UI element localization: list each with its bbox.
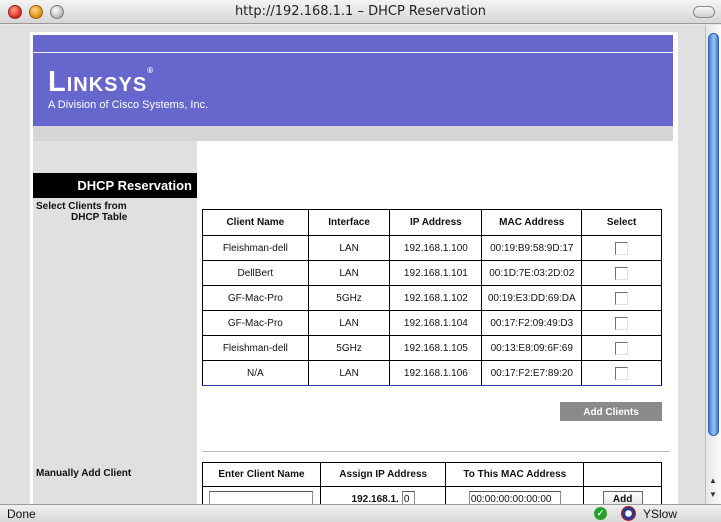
client-name-input[interactable] xyxy=(209,490,314,504)
mac-address-cell: 00:19:E3:DD:69:DA xyxy=(481,285,583,311)
select-checkbox[interactable] xyxy=(615,266,629,280)
window-titlebar: http://192.168.1.1 – DHCP Reservation xyxy=(0,0,721,24)
section-divider xyxy=(202,451,670,452)
col-header-ip-address: IP Address xyxy=(389,209,483,236)
select-cell xyxy=(581,260,662,286)
col-header-assign-ip: Assign IP Address xyxy=(319,462,447,487)
manual-add-row: 192.168.1. 0 00:00:00:00:00:00 Add xyxy=(202,486,662,505)
select-checkbox[interactable] xyxy=(615,366,629,380)
mac-address-input[interactable]: 00:00:00:00:00:00 xyxy=(468,490,561,504)
col-header-mac: To This MAC Address xyxy=(445,462,585,487)
table-row: GF-Mac-Pro 5GHz 192.168.1.102 00:19:E3:D… xyxy=(202,285,662,311)
ip-address-cell: 192.168.1.104 xyxy=(389,310,483,336)
add-clients-button[interactable]: Add Clients xyxy=(560,402,662,421)
client-name-cell: N/A xyxy=(202,360,309,386)
linksys-logo: Linksys® xyxy=(48,66,154,98)
client-name-cell: DellBert xyxy=(202,260,309,286)
mac-address-cell: 00:17:F2:E7:89:20 xyxy=(481,360,583,386)
yslow-label[interactable]: YSlow xyxy=(643,507,677,521)
mac-address-cell: 00:1D:7E:03:2D:02 xyxy=(481,260,583,286)
manual-add-table: Enter Client Name Assign IP Address To T… xyxy=(202,462,662,504)
select-cell xyxy=(581,360,662,386)
interface-cell: LAN xyxy=(307,310,391,336)
interface-cell: LAN xyxy=(307,360,391,386)
select-clients-label: Select Clients from DHCP Table xyxy=(36,201,128,223)
ip-address-cell: 192.168.1.105 xyxy=(389,335,483,361)
table-row: Fleishman-dell LAN 192.168.1.100 00:19:B… xyxy=(202,235,662,261)
toolbar-toggle-button[interactable] xyxy=(693,6,715,18)
manual-add-label: Manually Add Client xyxy=(36,468,132,479)
table-row: Fleishman-dell 5GHz 192.168.1.105 00:13:… xyxy=(202,335,662,361)
client-name-cell: Fleishman-dell xyxy=(202,235,309,261)
client-name-cell: GF-Mac-Pro xyxy=(202,285,309,311)
col-header-select: Select xyxy=(581,209,662,236)
window-title: http://192.168.1.1 – DHCP Reservation xyxy=(234,4,487,19)
status-text: Done xyxy=(7,507,36,521)
ip-address-cell: 192.168.1.102 xyxy=(389,285,483,311)
add-button[interactable]: Add xyxy=(602,490,643,504)
table-row: DellBert LAN 192.168.1.101 00:1D:7E:03:2… xyxy=(202,260,662,286)
select-checkbox[interactable] xyxy=(615,291,629,305)
client-name-cell: Fleishman-dell xyxy=(202,335,309,361)
checkmark-icon[interactable]: ✓ xyxy=(594,507,607,520)
select-checkbox[interactable] xyxy=(615,241,629,255)
col-header-mac-address: MAC Address xyxy=(481,209,583,236)
scroll-up-icon[interactable]: ▲ xyxy=(709,476,717,485)
header-gray-bar xyxy=(33,126,673,141)
mac-address-cell: 00:19:B9:58:9D:17 xyxy=(481,235,583,261)
ip-prefix: 192.168.1. xyxy=(351,493,399,505)
dhcp-clients-table: Client Name Interface IP Address MAC Add… xyxy=(202,209,662,386)
table-row: N/A LAN 192.168.1.106 00:17:F2:E7:89:20 xyxy=(202,360,662,386)
client-name-cell: GF-Mac-Pro xyxy=(202,310,309,336)
section-title: DHCP Reservation xyxy=(33,173,197,198)
interface-cell: LAN xyxy=(307,260,391,286)
select-checkbox[interactable] xyxy=(615,341,629,355)
yslow-icon[interactable] xyxy=(621,506,636,521)
status-bar: Done ✓ YSlow xyxy=(0,504,721,522)
select-checkbox[interactable] xyxy=(615,316,629,330)
mac-address-cell: 00:17:F2:09:49:D3 xyxy=(481,310,583,336)
col-header-interface: Interface xyxy=(307,209,391,236)
select-cell xyxy=(581,335,662,361)
ip-address-cell: 192.168.1.100 xyxy=(389,235,483,261)
mac-address-cell: 00:13:E8:09:6F:69 xyxy=(481,335,583,361)
header-divider xyxy=(33,52,673,53)
page-header: Linksys® A Division of Cisco Systems, In… xyxy=(33,35,673,126)
interface-cell: 5GHz xyxy=(307,335,391,361)
select-cell xyxy=(581,235,662,261)
scrollbar-thumb[interactable] xyxy=(708,33,719,436)
table-row: GF-Mac-Pro LAN 192.168.1.104 00:17:F2:09… xyxy=(202,310,662,336)
col-header-enter-client-name: Enter Client Name xyxy=(202,462,321,487)
scroll-down-icon[interactable]: ▼ xyxy=(709,490,717,499)
interface-cell: LAN xyxy=(307,235,391,261)
vertical-scrollbar[interactable]: ▲ ▼ xyxy=(705,25,721,504)
col-header-action xyxy=(583,462,662,487)
ip-address-cell: 192.168.1.106 xyxy=(389,360,483,386)
ip-address-cell: 192.168.1.101 xyxy=(389,260,483,286)
ip-last-octet-input[interactable]: 0 xyxy=(401,490,415,504)
logo-subtitle: A Division of Cisco Systems, Inc. xyxy=(48,99,209,111)
interface-cell: 5GHz xyxy=(307,285,391,311)
browser-viewport: Linksys® A Division of Cisco Systems, In… xyxy=(0,25,705,504)
select-cell xyxy=(581,310,662,336)
col-header-client-name: Client Name xyxy=(202,209,309,236)
select-cell xyxy=(581,285,662,311)
